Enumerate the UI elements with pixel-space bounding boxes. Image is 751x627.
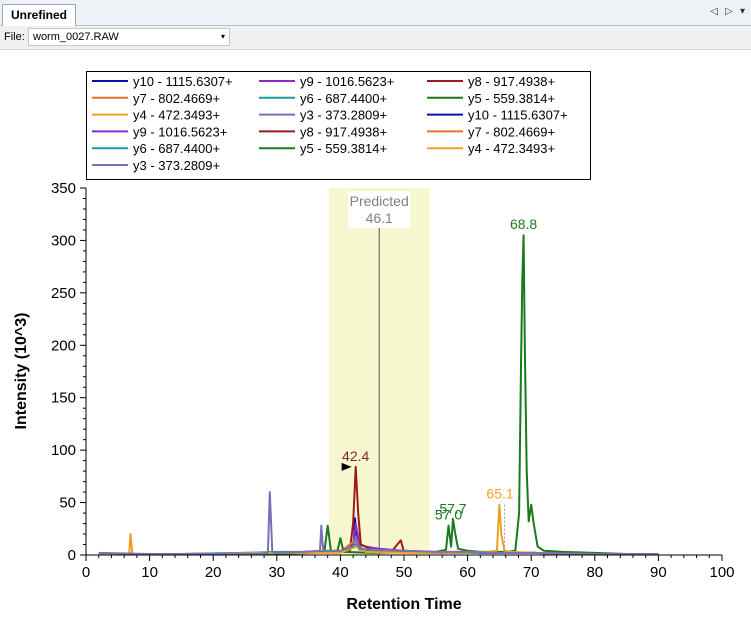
legend-label-9: y10 - 1115.6307+ <box>468 108 568 123</box>
predicted-label: Predicted <box>350 193 409 209</box>
y-axis-label: Intensity (10^3) <box>13 313 30 430</box>
legend-label-2: y9 - 1016.5623+ <box>300 74 394 89</box>
plot-area: Predicted46.142.457.057.765.168.8 <box>98 188 659 555</box>
legend-label-13: y6 - 687.4400+ <box>133 141 220 156</box>
y-tick-label-50: 50 <box>59 495 76 512</box>
legend-label-7: y4 - 472.3493+ <box>133 108 220 123</box>
peak-label-1: 42.4 <box>342 448 369 464</box>
legend-label-6: y5 - 559.3814+ <box>468 91 555 106</box>
x-tick-label-70: 70 <box>523 564 540 581</box>
x-tick-label-40: 40 <box>332 564 349 581</box>
file-dropdown-value: worm_0027.RAW <box>33 31 119 43</box>
chevron-down-icon: ▾ <box>220 32 225 41</box>
x-tick-label-80: 80 <box>586 564 603 581</box>
x-tick-label-60: 60 <box>459 564 476 581</box>
legend-label-8: y3 - 373.2809+ <box>300 108 387 123</box>
peak-label-3: 57.7 <box>439 500 466 516</box>
legend-label-14: y5 - 559.3814+ <box>300 141 387 156</box>
y-tick-label-150: 150 <box>51 390 76 407</box>
x-tick-label-90: 90 <box>650 564 667 581</box>
y-tick-label-200: 200 <box>51 337 76 354</box>
y-tick-label-250: 250 <box>51 285 76 302</box>
chromatogram-chart[interactable]: y10 - 1115.6307+ y9 - 1016.5623+ y8 - 917.… <box>0 50 751 627</box>
tab-next-icon[interactable]: ▷ <box>725 6 733 17</box>
legend-label-16: y3 - 373.2809+ <box>133 158 220 173</box>
y-tick-label-300: 300 <box>51 232 76 249</box>
file-dropdown[interactable]: worm_0027.RAW ▾ <box>28 28 230 46</box>
legend-label-12: y7 - 802.4669+ <box>468 124 555 139</box>
legend-label-15: y4 - 472.3493+ <box>468 141 555 156</box>
tab-prev-icon[interactable]: ◁ <box>710 6 718 17</box>
legend-label-10: y9 - 1016.5623+ <box>133 124 227 139</box>
peak-label-4: 65.1 <box>486 486 513 502</box>
x-axis-label: Retention Time <box>346 596 461 613</box>
tab-unrefined[interactable]: Unrefined <box>2 4 77 26</box>
x-tick-label-30: 30 <box>268 564 285 581</box>
y-tick-label-100: 100 <box>51 442 76 459</box>
x-tick-label-0: 0 <box>82 564 90 581</box>
x-tick-label-50: 50 <box>396 564 413 581</box>
tab-menu-icon[interactable]: ▾ <box>740 6 745 17</box>
chart-legend: y10 - 1115.6307+ y9 - 1016.5623+ y8 - 917.… <box>86 71 591 180</box>
peak-label-5: 68.8 <box>510 216 537 232</box>
tab-controls: ◁ ▷ ▾ <box>706 6 745 17</box>
file-label: File: <box>4 31 25 43</box>
legend-label-4: y7 - 802.4669+ <box>133 91 220 106</box>
y-tick-label-350: 350 <box>51 180 76 197</box>
x-tick-label-20: 20 <box>205 564 222 581</box>
predicted-value: 46.1 <box>366 210 393 226</box>
legend-label-1: y10 - 1115.6307+ <box>133 74 233 89</box>
document-tab-bar: Unrefined ◁ ▷ ▾ <box>0 0 751 26</box>
legend-label-11: y8 - 917.4938+ <box>300 124 387 139</box>
x-tick-label-100: 100 <box>709 564 734 581</box>
legend-label-5: y6 - 687.4400+ <box>300 91 387 106</box>
x-tick-label-10: 10 <box>141 564 158 581</box>
file-toolbar: File: worm_0027.RAW ▾ <box>0 26 751 50</box>
y-tick-label-0: 0 <box>68 547 76 564</box>
legend-label-3: y8 - 917.4938+ <box>468 74 555 89</box>
